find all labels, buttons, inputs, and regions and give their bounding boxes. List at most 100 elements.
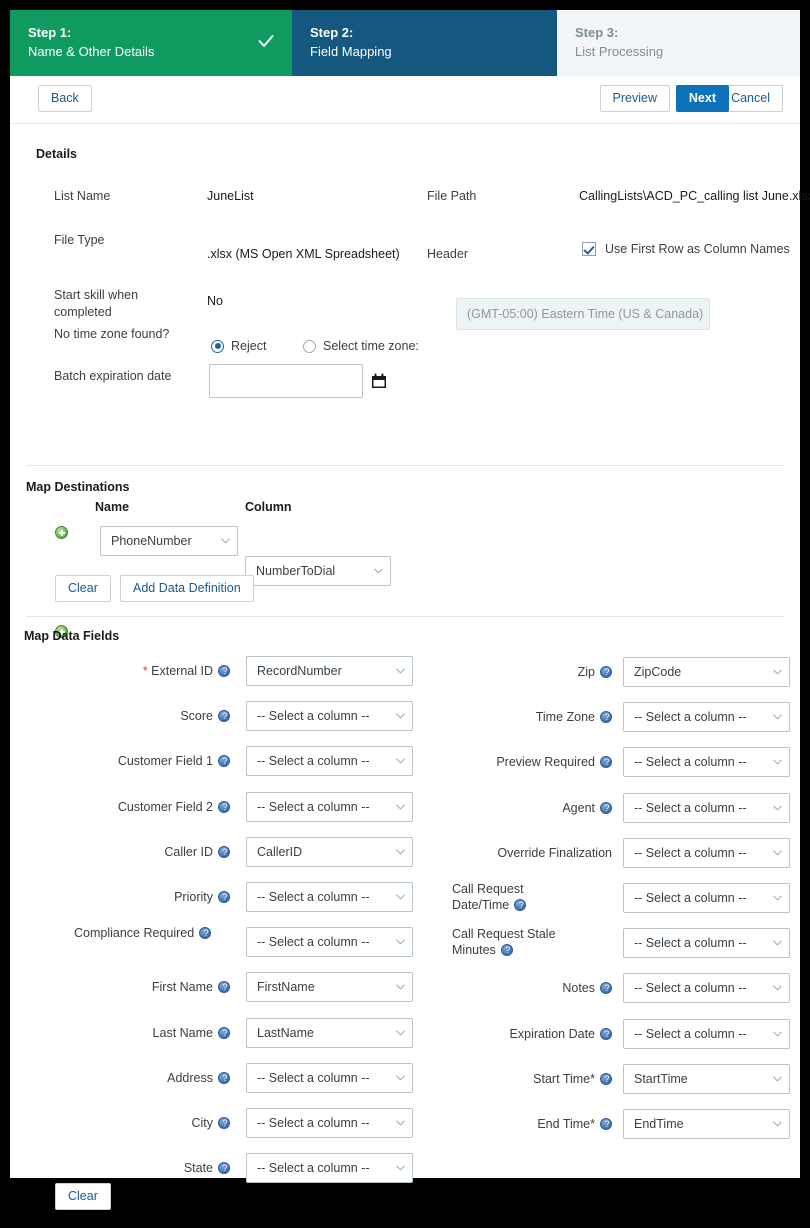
map-field-label-text: Zip (577, 665, 595, 679)
list-name-label: List Name (54, 189, 111, 203)
calendar-icon[interactable] (371, 373, 387, 389)
help-icon[interactable] (218, 1026, 231, 1039)
map-field-select-last-name[interactable]: LastName (246, 1017, 413, 1048)
timezone-select[interactable]: (GMT-05:00) Eastern Time (US & Canada) (456, 298, 710, 330)
map-field-select-start-time[interactable]: StartTime (623, 1063, 790, 1094)
help-icon[interactable] (218, 710, 231, 723)
help-icon[interactable] (500, 944, 514, 957)
help-icon[interactable] (600, 801, 613, 814)
map-field-select-score[interactable]: -- Select a column -- (246, 701, 413, 732)
map-field-select-first-name[interactable]: FirstName (246, 972, 413, 1003)
help-icon[interactable] (600, 982, 613, 995)
wizard-step-2[interactable]: Step 2: Field Mapping (292, 10, 557, 76)
destination-column-select[interactable]: NumberToDial (245, 556, 391, 586)
map-field-label-address: Address (50, 1070, 231, 1086)
radio-select-timezone-input[interactable] (303, 339, 316, 353)
map-field-select-time-zone[interactable]: -- Select a column -- (623, 702, 790, 733)
add-destination-row-icon[interactable] (55, 526, 68, 539)
step-2-name: Field Mapping (310, 44, 392, 59)
next-button[interactable]: Next (675, 85, 729, 112)
map-field-select-customer-field-1[interactable]: -- Select a column -- (246, 746, 413, 777)
map-destinations-title: Map Destinations (26, 480, 130, 494)
map-field-select-agent[interactable]: -- Select a column -- (623, 792, 790, 823)
map-field-label-text: State (183, 1161, 213, 1176)
help-icon[interactable] (600, 666, 613, 678)
map-field-label-text: Priority (174, 890, 213, 904)
map-field-select-expiration-date[interactable]: -- Select a column -- (623, 1018, 790, 1049)
map-field-select-customer-field-2[interactable]: -- Select a column -- (246, 791, 413, 822)
preview-button[interactable]: Preview (599, 85, 670, 112)
map-field-select-value: -- Select a column -- (257, 890, 370, 904)
chevron-down-icon (773, 804, 782, 811)
map-field-label-priority: Priority (50, 889, 231, 905)
map-field-select-value: -- Select a column -- (634, 755, 747, 770)
help-icon[interactable] (199, 927, 212, 940)
map-field-select-caller-id[interactable]: CallerID (246, 836, 413, 867)
help-icon[interactable] (218, 665, 231, 677)
wizard-step-1[interactable]: Step 1: Name & Other Details (10, 10, 292, 76)
help-icon[interactable] (218, 800, 231, 813)
map-field-label-text: Caller ID (164, 844, 213, 859)
help-icon[interactable] (218, 891, 231, 903)
map-data-fields-clear-button[interactable]: Clear (55, 1183, 111, 1210)
header-label: Header (427, 247, 468, 261)
map-field-select-zip[interactable]: ZipCode (623, 657, 790, 687)
map-field-select-override-finalization[interactable]: -- Select a column -- (623, 837, 790, 868)
file-path-label: File Path (427, 189, 477, 203)
map-field-label-time-zone: Time Zone (452, 709, 613, 725)
map-field-select-value: -- Select a column -- (634, 891, 747, 905)
map-field-label-text: Notes (562, 981, 595, 996)
map-field-label-customer-field-1: Customer Field 1 (50, 753, 231, 769)
map-field-label-text: Start Time* (533, 1071, 595, 1086)
wizard-step-3[interactable]: Step 3: List Processing (557, 10, 800, 76)
batch-expiration-input[interactable] (209, 364, 363, 398)
map-field-select-value: -- Select a column -- (257, 799, 370, 814)
map-field-label-first-name: First Name (50, 979, 231, 995)
map-field-select-compliance-required[interactable]: -- Select a column -- (246, 927, 413, 958)
help-icon[interactable] (218, 845, 231, 858)
use-first-row-checkbox[interactable] (582, 242, 596, 256)
use-first-row-checkbox-row[interactable]: Use First Row as Column Names (582, 242, 790, 256)
help-icon[interactable] (600, 1118, 613, 1130)
help-icon[interactable] (218, 1117, 231, 1129)
help-icon[interactable] (600, 1027, 613, 1040)
chevron-down-icon (396, 1120, 405, 1126)
chevron-down-icon (396, 1165, 405, 1171)
chevron-down-icon (773, 850, 782, 856)
map-field-label-text: Override Finalization (497, 845, 612, 860)
help-icon[interactable] (600, 711, 613, 724)
help-icon[interactable] (218, 1071, 231, 1084)
help-icon[interactable] (600, 1072, 613, 1085)
radio-reject-input[interactable] (211, 339, 224, 353)
map-field-select-state[interactable]: -- Select a column -- (246, 1153, 413, 1184)
add-data-definition-button[interactable]: Add Data Definition (120, 575, 254, 602)
map-field-select-value: -- Select a column -- (257, 1161, 370, 1176)
map-field-select-call-request-stale-minutes[interactable]: -- Select a column -- (623, 928, 790, 959)
file-type-label: File Type (54, 233, 105, 247)
help-icon[interactable] (514, 899, 527, 911)
help-icon[interactable] (218, 755, 231, 768)
batch-expiration-label: Batch expiration date (54, 369, 172, 383)
help-icon[interactable] (218, 981, 231, 994)
help-icon[interactable] (600, 756, 613, 769)
map-field-select-preview-required[interactable]: -- Select a column -- (623, 747, 790, 778)
map-field-select-call-request-date-time[interactable]: -- Select a column -- (623, 883, 790, 913)
map-field-select-end-time[interactable]: EndTime (623, 1109, 790, 1139)
map-field-label-text: Call Request Date/Time (452, 882, 524, 912)
map-field-label-last-name: Last Name (50, 1025, 231, 1041)
map-field-select-city[interactable]: -- Select a column -- (246, 1108, 413, 1138)
radio-reject[interactable]: Reject (211, 339, 266, 353)
map-field-select-address[interactable]: -- Select a column -- (246, 1062, 413, 1093)
destination-name-select[interactable]: PhoneNumber (100, 526, 238, 556)
wizard-toolbar: Back Cancel Next Preview (10, 76, 800, 124)
map-destinations-clear-button[interactable]: Clear (55, 575, 111, 602)
map-field-label-zip: Zip (452, 664, 613, 680)
map-field-label-text: City (191, 1116, 213, 1130)
map-field-select-notes[interactable]: -- Select a column -- (623, 973, 790, 1004)
map-field-select-priority[interactable]: -- Select a column -- (246, 882, 413, 912)
map-field-select-external-id[interactable]: RecordNumber (246, 656, 413, 686)
radio-select-timezone[interactable]: Select time zone: (303, 339, 419, 353)
back-button[interactable]: Back (38, 85, 92, 112)
help-icon[interactable] (218, 1162, 231, 1175)
map-field-label-text: Expiration Date (509, 1026, 595, 1041)
